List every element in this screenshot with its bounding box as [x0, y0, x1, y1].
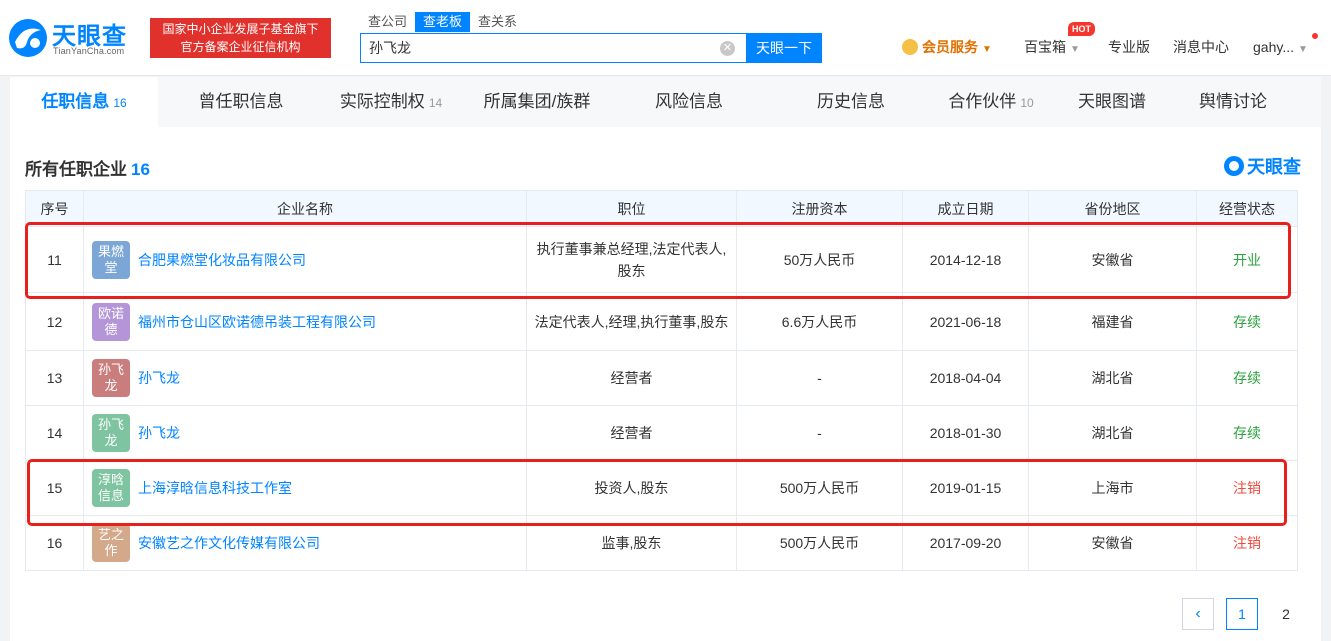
- table-row: 12 欧诺德 福州市仓山区欧诺德吊装工程有限公司 法定代表人,经理,执行董事,股东…: [25, 292, 1298, 351]
- tab-group[interactable]: 所属集团/族群: [458, 77, 616, 127]
- row-capital: -: [736, 350, 903, 406]
- search-box: ✕: [360, 33, 748, 63]
- official-banner[interactable]: 国家中小企业发展子基金旗下 官方备案企业征信机构: [150, 18, 331, 58]
- highlight-box-row-15: [27, 459, 1287, 526]
- tianyancha-watermark: 天眼查: [1224, 153, 1301, 179]
- tab-former-positions[interactable]: 曾任职信息: [158, 77, 324, 127]
- row-province: 福建省: [1028, 292, 1197, 351]
- chevron-down-icon: ▼: [982, 44, 992, 55]
- search-tab-company[interactable]: 查公司: [360, 12, 415, 32]
- row-province: 湖北省: [1028, 350, 1197, 406]
- page-1-button[interactable]: 1: [1226, 598, 1258, 630]
- page-2-button[interactable]: 2: [1270, 598, 1302, 630]
- search-button[interactable]: 天眼一下: [746, 33, 822, 63]
- prev-page-button[interactable]: ‹: [1182, 598, 1214, 630]
- clear-icon[interactable]: ✕: [720, 41, 735, 56]
- company-avatar: 艺之作: [92, 524, 130, 562]
- chevron-down-icon: ▼: [1298, 44, 1308, 55]
- tab-partners[interactable]: 合作伙伴 10: [940, 77, 1042, 127]
- profile-tabs: 任职信息 16 曾任职信息 实际控制权 14 所属集团/族群 风险信息 历史信息 合…: [10, 77, 1321, 127]
- logo-subtitle: TianYanCha.com: [53, 46, 125, 56]
- company-link[interactable]: 孙飞龙: [138, 370, 180, 386]
- logo-icon: [9, 19, 47, 57]
- company-avatar: 孙飞龙: [92, 359, 130, 397]
- username: gahy...: [1253, 39, 1294, 55]
- tab-public-opinion[interactable]: 舆情讨论: [1182, 77, 1284, 127]
- user-menu[interactable]: gahy... ▼: [1253, 36, 1308, 58]
- treasure-box-menu[interactable]: 百宝箱 ▼: [1024, 36, 1080, 58]
- vip-label: 会员服务: [922, 39, 978, 55]
- tianyancha-logo[interactable]: 天眼查 TianYanCha.com: [8, 16, 142, 62]
- company-link[interactable]: 孙飞龙: [138, 425, 180, 441]
- row-province: 湖北省: [1028, 405, 1197, 461]
- section-count: 16: [131, 160, 150, 179]
- row-position: 法定代表人,经理,执行董事,股东: [526, 292, 737, 351]
- vip-service-menu[interactable]: 会员服务 ▼: [902, 36, 992, 58]
- table-row: 14 孙飞龙 孙飞龙 经营者 - 2018-01-30 湖北省 存续: [25, 405, 1298, 461]
- row-date: 2018-04-04: [902, 350, 1029, 406]
- message-center-link[interactable]: 消息中心: [1173, 36, 1229, 58]
- highlight-box-row-11: [25, 222, 1291, 299]
- notification-dot: [1312, 33, 1318, 39]
- tab-history[interactable]: 历史信息: [762, 77, 940, 127]
- row-position: 经营者: [526, 350, 737, 406]
- company-avatar: 孙飞龙: [92, 414, 130, 452]
- section-title: 所有任职企业 16: [25, 160, 150, 179]
- row-status: 存续: [1196, 292, 1298, 351]
- row-date: 2021-06-18: [902, 292, 1029, 351]
- search-type-tabs: 查公司 查老板 查关系: [360, 12, 525, 32]
- row-capital: 6.6万人民币: [736, 292, 903, 351]
- row-index: 14: [25, 405, 84, 461]
- tab-graph[interactable]: 天眼图谱: [1042, 77, 1182, 127]
- row-status: 存续: [1196, 350, 1298, 406]
- positions-panel: 所有任职企业 16 天眼查 序号 企业名称 职位 注册资本 成立日期 省份地区 经…: [10, 127, 1321, 641]
- crown-icon: [902, 39, 918, 55]
- row-position: 经营者: [526, 405, 737, 461]
- banner-line-1: 国家中小企业发展子基金旗下: [162, 22, 319, 36]
- row-date: 2018-01-30: [902, 405, 1029, 461]
- row-index: 13: [25, 350, 84, 406]
- tab-current-positions[interactable]: 任职信息 16: [10, 77, 158, 127]
- row-index: 12: [25, 292, 84, 351]
- search-tab-boss[interactable]: 查老板: [415, 12, 471, 32]
- top-header: 天眼查 TianYanCha.com 国家中小企业发展子基金旗下 官方备案企业征…: [0, 0, 1331, 76]
- row-status: 存续: [1196, 405, 1298, 461]
- table-row: 13 孙飞龙 孙飞龙 经营者 - 2018-04-04 湖北省 存续: [25, 350, 1298, 406]
- row-capital: -: [736, 405, 903, 461]
- hot-badge: HOT: [1068, 22, 1095, 36]
- banner-line-2: 官方备案企业征信机构: [180, 40, 301, 54]
- logo-icon: [1224, 156, 1244, 176]
- tab-risk-info[interactable]: 风险信息: [616, 77, 762, 127]
- company-link[interactable]: 福州市仓山区欧诺德吊装工程有限公司: [138, 314, 376, 330]
- search-input[interactable]: [361, 34, 711, 62]
- search-tab-relation[interactable]: 查关系: [470, 12, 525, 32]
- pro-version-link[interactable]: 专业版: [1108, 36, 1150, 58]
- company-link[interactable]: 安徽艺之作文化传媒有限公司: [138, 535, 320, 551]
- company-avatar: 欧诺德: [92, 302, 130, 341]
- tab-actual-control[interactable]: 实际控制权 14: [324, 77, 458, 127]
- chevron-down-icon: ▼: [1070, 44, 1080, 55]
- box-label: 百宝箱: [1024, 39, 1066, 55]
